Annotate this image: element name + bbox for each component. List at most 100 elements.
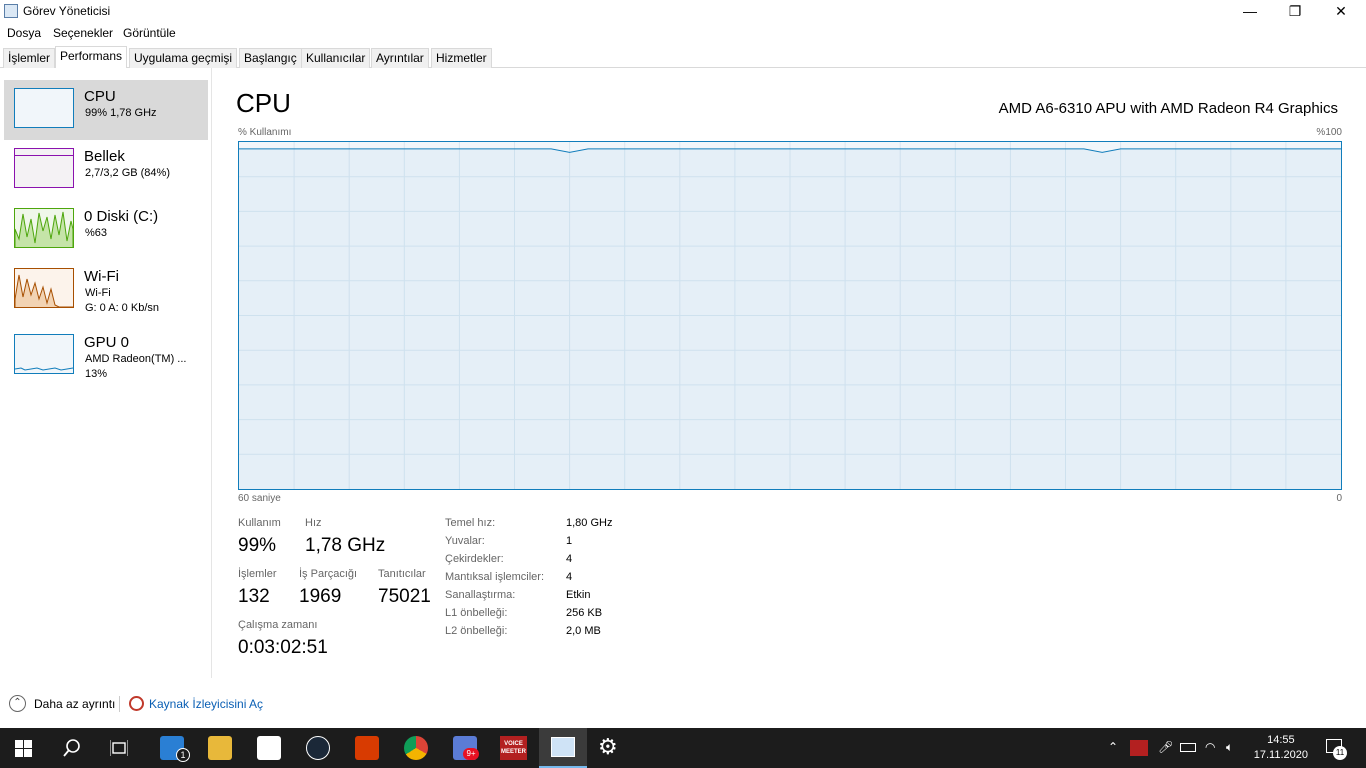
microsoft-store-icon[interactable] — [257, 736, 281, 760]
fewer-details-link[interactable]: Daha az ayrıntı — [34, 697, 115, 711]
mail-badge: 1 — [176, 748, 190, 762]
uptime-stat-value: 0:03:02:51 — [238, 637, 328, 658]
file-explorer-icon[interactable] — [208, 736, 232, 760]
steam-icon[interactable] — [306, 736, 330, 760]
sidebar-item-memory[interactable]: Bellek 2,7/3,2 GB (84%) — [4, 140, 208, 200]
tab-details[interactable]: Ayrıntılar — [371, 48, 429, 68]
disk-thumbnail — [14, 208, 74, 248]
detail-value: Etkin — [566, 589, 591, 601]
sidebar-item-disk[interactable]: 0 Diski (C:) %63 — [4, 200, 208, 260]
uptime-stat-label: Çalışma zamanı — [238, 619, 318, 631]
footer-divider — [119, 696, 120, 712]
sidebar-item-label: Bellek — [84, 148, 125, 165]
task-manager-icon — [4, 4, 18, 18]
task-manager-taskbar-button[interactable] — [539, 728, 587, 768]
microphone-icon[interactable]: 🎤︎ — [1158, 740, 1173, 754]
cpu-usage-chart — [239, 142, 1341, 489]
detail-key: Sanallaştırma: — [445, 589, 516, 601]
close-button[interactable]: ✕ — [1318, 0, 1364, 22]
menu-file[interactable]: Dosya — [7, 26, 41, 40]
detail-value: 4 — [566, 553, 573, 565]
volume-icon[interactable]: 🔈︎ — [1226, 740, 1233, 755]
cpu-detail-panel: CPU AMD A6-6310 APU with AMD Radeon R4 G… — [213, 68, 1366, 678]
wifi-network-icon[interactable]: ◠ — [1205, 740, 1215, 754]
chevron-up-icon[interactable]: ⌃ — [9, 695, 26, 712]
settings-gear-icon[interactable]: ⚙ — [598, 734, 618, 760]
show-hidden-icons-icon[interactable]: ⌃ — [1108, 740, 1118, 754]
detail-value: 4 — [566, 571, 573, 583]
tab-users[interactable]: Kullanıcılar — [301, 48, 371, 68]
threads-stat-label: İş Parçacığı — [299, 568, 358, 580]
title-bar: Görev Yöneticisi — ❐ ✕ — [0, 0, 1366, 22]
tab-processes[interactable]: İşlemler — [3, 48, 56, 68]
detail-key: L1 önbelleği: — [445, 607, 508, 619]
wifi-thumbnail — [14, 268, 74, 308]
cpu-thumbnail — [14, 88, 74, 128]
usage-stat-value: 99% — [238, 535, 277, 556]
detail-key: Yuvalar: — [445, 535, 485, 547]
cpu-usage-area — [239, 148, 1341, 489]
usage-max-label: %100 — [1316, 127, 1342, 138]
sidebar-item-gpu[interactable]: GPU 0 AMD Radeon(TM) ... 13% — [4, 326, 208, 386]
sidebar-item-cpu[interactable]: CPU 99% 1,78 GHz — [4, 80, 208, 140]
sidebar-item-wifi[interactable]: Wi-Fi Wi-Fi G: 0 A: 0 Kb/sn — [4, 260, 208, 320]
sidebar-item-sub: 2,7/3,2 GB (84%) — [85, 167, 170, 179]
detail-key: Temel hız: — [445, 517, 496, 529]
menu-options[interactable]: Seçenekler — [53, 26, 113, 40]
handles-stat-label: Tanıtıcılar — [378, 568, 426, 580]
detail-key: L2 önbelleği: — [445, 625, 508, 637]
disk-sparkline — [14, 211, 74, 247]
performance-sidebar: CPU 99% 1,78 GHz Bellek 2,7/3,2 GB (84%)… — [0, 68, 212, 678]
chat-badge: 9+ — [463, 748, 479, 760]
battery-icon[interactable] — [1180, 743, 1196, 752]
chrome-icon[interactable] — [404, 736, 428, 760]
task-view-icon[interactable] — [110, 740, 128, 756]
minimize-button[interactable]: — — [1227, 0, 1273, 22]
usage-axis-label: % Kullanımı — [238, 127, 292, 138]
threads-stat-value: 1969 — [299, 586, 342, 607]
system-clock[interactable]: 14:55 17.11.2020 — [1254, 733, 1308, 763]
sidebar-item-label: CPU — [84, 88, 116, 105]
sidebar-item-label: Wi-Fi — [84, 268, 119, 285]
voicemeeter-tray-icon[interactable] — [1130, 740, 1148, 756]
speed-stat-label: Hız — [305, 517, 322, 529]
cpu-model-name: AMD A6-6310 APU with AMD Radeon R4 Graph… — [998, 100, 1338, 117]
windows-start-icon[interactable] — [15, 740, 32, 757]
clock-date: 17.11.2020 — [1253, 749, 1308, 761]
menu-view[interactable]: Görüntüle — [123, 26, 176, 40]
processes-stat-value: 132 — [238, 586, 270, 607]
window-title: Görev Yöneticisi — [23, 4, 111, 18]
open-resource-monitor-link[interactable]: Kaynak İzleyicisini Aç — [149, 697, 263, 711]
sidebar-item-sub: G: 0 A: 0 Kb/sn — [85, 302, 159, 314]
tab-performance[interactable]: Performans — [55, 46, 128, 68]
office-icon[interactable] — [355, 736, 379, 760]
tab-services[interactable]: Hizmetler — [431, 48, 492, 68]
usage-min-label: 0 — [1336, 493, 1342, 504]
detail-value: 1 — [566, 535, 573, 547]
usage-stat-label: Kullanım — [238, 517, 281, 529]
resource-monitor-icon — [129, 696, 144, 711]
gpu-sparkline — [14, 367, 74, 371]
handles-stat-value: 75021 — [378, 586, 431, 607]
wifi-sparkline — [14, 274, 73, 308]
sidebar-item-sub: Wi-Fi — [85, 287, 111, 299]
sidebar-item-label: GPU 0 — [84, 334, 130, 351]
detail-value: 256 KB — [566, 607, 603, 619]
detail-key: Çekirdekler: — [445, 553, 504, 565]
detail-value: 1,80 GHz — [566, 517, 613, 529]
page-title: CPU — [236, 88, 291, 118]
voicemeeter-icon[interactable]: VOICE MEETER — [500, 736, 527, 760]
tab-app-history[interactable]: Uygulama geçmişi — [129, 48, 238, 68]
time-axis-label: 60 saniye — [238, 493, 281, 504]
memory-thumbnail — [14, 148, 74, 188]
clock-time: 14:55 — [1267, 734, 1295, 746]
maximize-button[interactable]: ❐ — [1272, 0, 1318, 22]
gpu-thumbnail — [14, 334, 74, 374]
sidebar-item-sub: %63 — [85, 227, 108, 239]
search-icon[interactable] — [63, 739, 81, 757]
sidebar-item-sub: AMD Radeon(TM) ... — [85, 353, 187, 365]
speed-stat-value: 1,78 GHz — [305, 535, 386, 556]
processes-stat-label: İşlemler — [238, 568, 277, 580]
task-manager-taskbar-icon — [551, 737, 575, 757]
tab-startup[interactable]: Başlangıç — [239, 48, 302, 68]
